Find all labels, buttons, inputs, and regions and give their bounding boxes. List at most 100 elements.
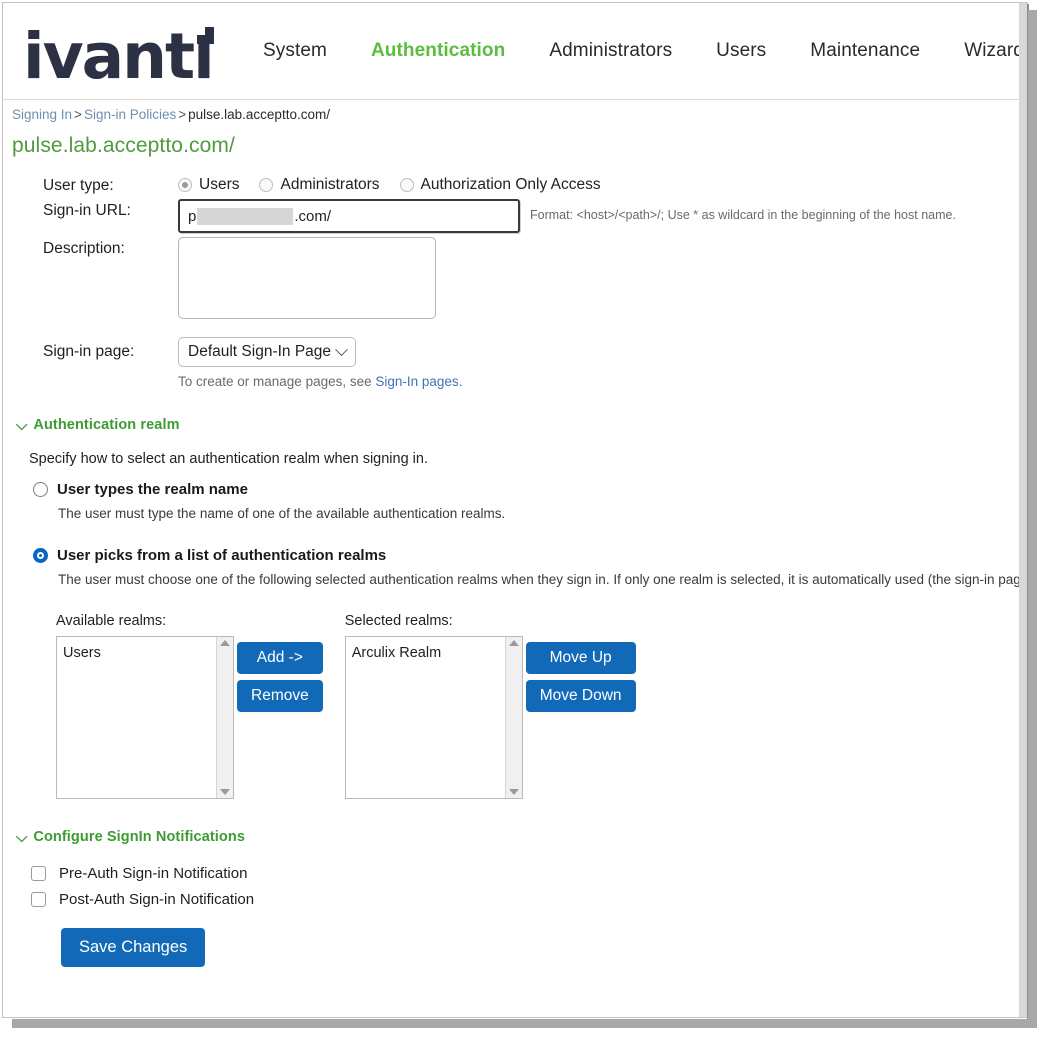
- breadcrumb-separator: >: [74, 107, 82, 122]
- user-type-label: User type:: [43, 177, 114, 194]
- form-row-description: Description:: [3, 237, 1021, 319]
- realm-option-type-name-desc: The user must type the name of one of th…: [58, 506, 506, 521]
- signin-page-label: Sign-in page:: [43, 343, 135, 360]
- signin-url-input[interactable]: p .com/: [178, 199, 520, 233]
- breadcrumb-link-signing-in[interactable]: Signing In: [12, 107, 72, 122]
- breadcrumb-link-signin-policies[interactable]: Sign-in Policies: [84, 107, 176, 122]
- window-drop-shadow-right: [1028, 10, 1037, 1024]
- signin-url-redaction-block: [197, 207, 294, 225]
- signin-url-label: Sign-in URL:: [43, 202, 131, 219]
- breadcrumb-separator: >: [178, 107, 187, 122]
- radio-icon-user-types-realm[interactable]: [33, 482, 48, 497]
- breadcrumb: Signing In > Sign-in Policies > pulse.lab.ac…: [3, 100, 1021, 128]
- logo-square-notch-icon: [197, 27, 205, 35]
- nav-item-system[interactable]: System: [241, 34, 349, 68]
- list-item[interactable]: Arculix Realm: [352, 643, 505, 663]
- user-type-option-users[interactable]: Users: [178, 176, 239, 194]
- realm-option-type-name: User types the realm name The user must …: [3, 481, 1021, 521]
- realm-option-pick-list-label: User picks from a list of authentication…: [57, 547, 387, 564]
- signin-page-select[interactable]: Default Sign-In Page: [178, 337, 356, 367]
- nav-item-maintenance[interactable]: Maintenance: [788, 34, 942, 68]
- chevron-down-icon: [335, 342, 348, 356]
- signin-policy-form: User type: Users Administrators Authoriz…: [3, 164, 1021, 389]
- selected-realms-scrollbar[interactable]: [504, 637, 522, 798]
- pre-auth-notification-label: Pre-Auth Sign-in Notification: [59, 865, 248, 882]
- scroll-down-arrow-icon[interactable]: [220, 789, 230, 795]
- user-type-option-users-label: Users: [199, 176, 240, 193]
- selected-realms-buttons: Move Up Move Down: [525, 636, 636, 712]
- section-header-authentication-realm[interactable]: ⌵ Authentication realm: [3, 417, 1021, 433]
- window-drop-shadow-bottom: [12, 1019, 1037, 1028]
- selected-realms-caption: Selected realms:: [344, 613, 453, 629]
- add-realm-button[interactable]: Add ->: [237, 642, 323, 674]
- chevron-down-icon: ⌵: [16, 828, 28, 846]
- signin-page-note-suffix: .: [458, 374, 463, 389]
- selected-realms-listbox[interactable]: Arculix Realm: [344, 636, 523, 799]
- post-auth-notification-label: Post-Auth Sign-in Notification: [59, 891, 255, 908]
- breadcrumb-current: pulse.lab.acceptto.com/: [188, 107, 330, 122]
- move-up-button[interactable]: Move Up: [525, 642, 636, 674]
- nav-item-wizards[interactable]: Wizards: [942, 34, 1021, 68]
- chevron-down-icon: ⌵: [16, 416, 28, 434]
- section-title-signin-notifications: Configure SignIn Notifications: [33, 829, 246, 845]
- signin-url-format-hint: Format: <host>/<path>/; Use * as wildcar…: [530, 208, 956, 222]
- user-type-radio-group: Users Administrators Authorization Only …: [178, 174, 1021, 194]
- page-vertical-scrollbar[interactable]: [1019, 3, 1027, 1017]
- application-window: ivanti System Authentication Administrat…: [2, 2, 1028, 1018]
- signin-notification-options: Pre-Auth Sign-in Notification Post-Auth …: [3, 865, 1021, 908]
- available-realms-listbox[interactable]: Users: [56, 636, 234, 799]
- nav-item-users[interactable]: Users: [694, 34, 788, 68]
- user-type-option-administrators-label: Administrators: [280, 176, 380, 193]
- realm-option-type-name-label: User types the realm name: [57, 481, 248, 498]
- pre-auth-notification-row[interactable]: Pre-Auth Sign-in Notification: [31, 865, 1021, 882]
- user-type-option-authorization-only-label: Authorization Only Access: [420, 176, 601, 193]
- scroll-down-arrow-icon[interactable]: [508, 789, 519, 795]
- scroll-up-arrow-icon[interactable]: [508, 640, 519, 646]
- signin-pages-link[interactable]: Sign-In pages: [375, 374, 458, 389]
- radio-icon-users[interactable]: [178, 178, 192, 192]
- available-realms-buttons: Add -> Remove: [237, 636, 323, 712]
- description-label: Description:: [43, 240, 125, 257]
- checkbox-icon-pre-auth[interactable]: [31, 866, 46, 881]
- selected-realms-column: Selected realms: Arculix Realm Move Up M…: [344, 613, 636, 799]
- section-title-authentication-realm: Authentication realm: [33, 417, 180, 433]
- available-realms-column: Available realms: Users Add -> Remove: [56, 613, 323, 799]
- signin-url-suffix-text: .com/: [294, 207, 332, 225]
- signin-page-selected-value: Default Sign-In Page: [188, 343, 332, 360]
- remove-realm-button[interactable]: Remove: [237, 680, 323, 712]
- page-scroll-container[interactable]: ivanti System Authentication Administrat…: [3, 3, 1021, 1017]
- nav-item-authentication[interactable]: Authentication: [349, 34, 527, 68]
- radio-icon-user-picks-list[interactable]: [33, 548, 48, 563]
- radio-icon-administrators[interactable]: [259, 178, 274, 192]
- description-textarea[interactable]: [178, 237, 436, 319]
- signin-url-prefix-text: p: [188, 207, 197, 225]
- form-row-signin-page: Sign-in page: Default Sign-In Page To cr…: [3, 337, 1021, 389]
- realm-dual-list: Available realms: Users Add -> Remove Se…: [3, 613, 1021, 799]
- realm-intro-text: Specify how to select an authentication …: [29, 451, 428, 467]
- form-row-user-type: User type: Users Administrators Authoriz…: [3, 174, 1021, 195]
- checkbox-icon-post-auth[interactable]: [31, 892, 46, 907]
- signin-page-note-prefix: To create or manage pages, see: [178, 374, 376, 389]
- available-realms-scrollbar[interactable]: [216, 637, 233, 798]
- save-changes-button[interactable]: Save Changes: [61, 928, 206, 967]
- scroll-up-arrow-icon[interactable]: [220, 640, 230, 646]
- move-down-button[interactable]: Move Down: [525, 680, 636, 712]
- logo-wordmark: ivanti: [23, 20, 215, 93]
- realm-option-pick-list: User picks from a list of authentication…: [3, 547, 1021, 587]
- save-row: Save Changes: [3, 928, 1021, 983]
- page-title: pulse.lab.acceptto.com/: [12, 134, 235, 157]
- available-realms-caption: Available realms:: [56, 613, 167, 629]
- signin-page-note: To create or manage pages, see Sign-In p…: [178, 367, 1021, 389]
- post-auth-notification-row[interactable]: Post-Auth Sign-in Notification: [31, 891, 1021, 908]
- ivanti-logo[interactable]: ivanti: [15, 15, 215, 93]
- section-header-signin-notifications[interactable]: ⌵ Configure SignIn Notifications: [3, 829, 1021, 845]
- list-item[interactable]: Users: [63, 643, 216, 663]
- app-header: ivanti System Authentication Administrat…: [3, 3, 1021, 100]
- form-row-signin-url: Sign-in URL: p .com/ Format: <host>/<path…: [3, 199, 1021, 233]
- radio-icon-authorization-only[interactable]: [399, 178, 414, 192]
- user-type-option-administrators[interactable]: Administrators: [259, 176, 380, 194]
- nav-item-administrators[interactable]: Administrators: [527, 34, 694, 68]
- user-type-option-authorization-only[interactable]: Authorization Only Access: [399, 176, 601, 194]
- realm-option-pick-list-desc: The user must choose one of the followin…: [58, 572, 1021, 587]
- main-nav: System Authentication Administrators Use…: [241, 34, 1021, 68]
